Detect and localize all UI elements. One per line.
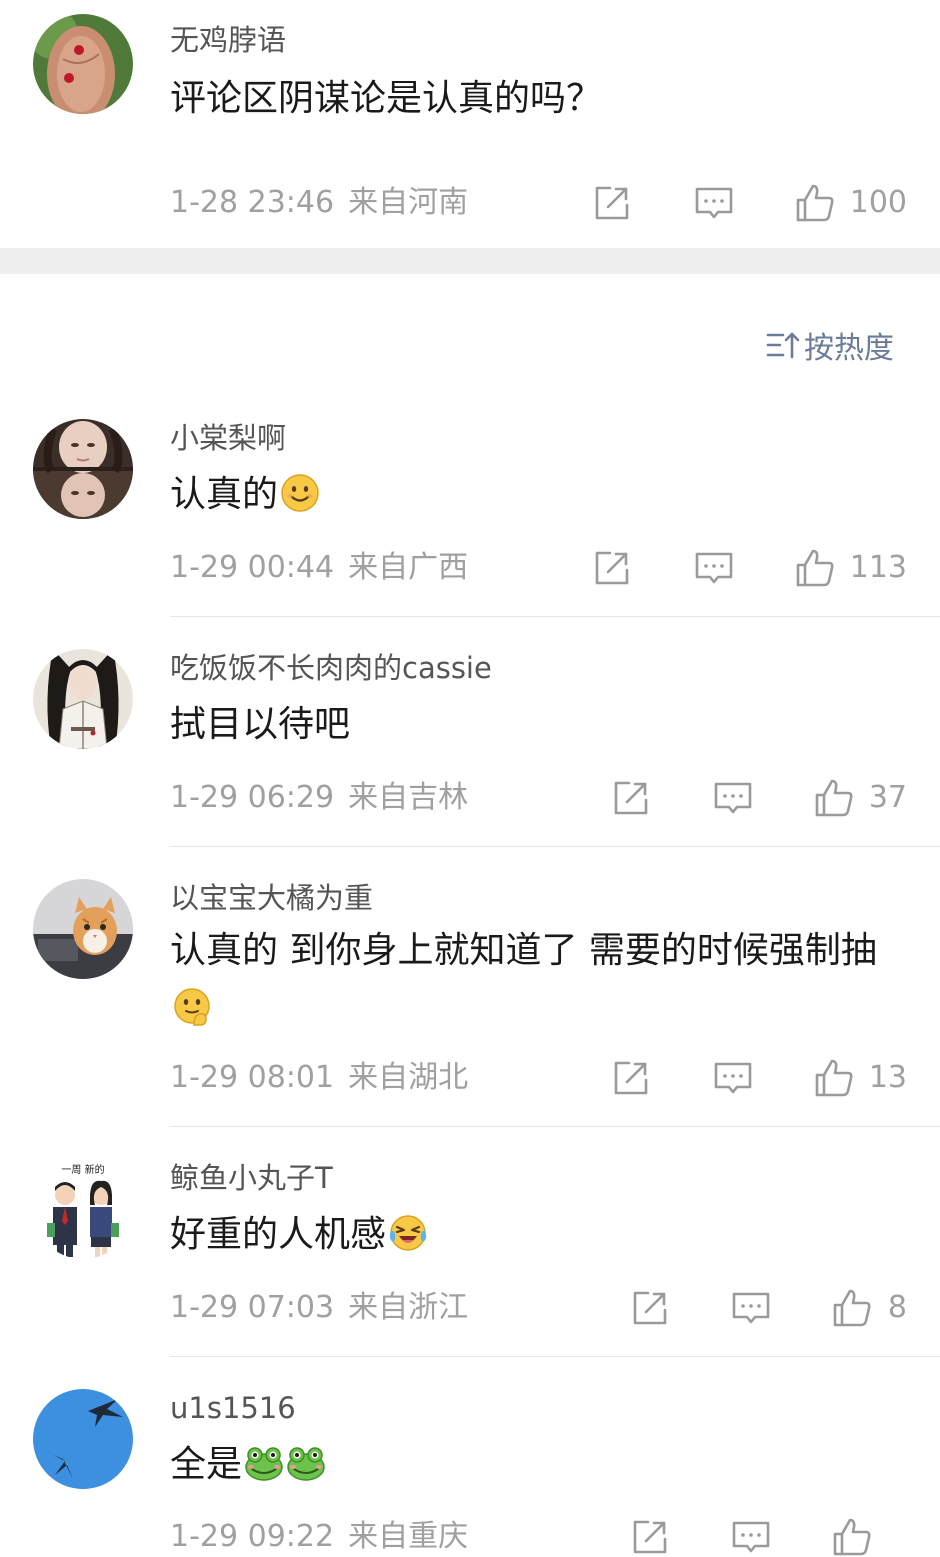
frog-emoji (286, 1443, 326, 1483)
comment-time: 1-29 09:22 (170, 1519, 335, 1554)
comment-avatar[interactable] (33, 419, 133, 519)
comment-time: 1-29 07:03 (170, 1290, 335, 1325)
post-meta: 1-28 23:46 来自河南 (170, 183, 468, 223)
comment-username[interactable]: u1s1516 (170, 1388, 296, 1428)
like-icon[interactable] (814, 1058, 854, 1098)
post-content: 评论区阴谋论是认真的吗？ (170, 78, 603, 119)
comment-location: 来自广西 (348, 550, 469, 585)
comment-avatar[interactable] (33, 1389, 133, 1489)
laugh-cry-emoji (388, 1213, 428, 1253)
comment-like-count: 8 (887, 1290, 907, 1325)
sort-label: 按热度 (804, 331, 894, 366)
comment-location: 来自吉林 (348, 780, 469, 815)
comment-username[interactable]: 吃饭饭不长肉肉的cassie (170, 648, 492, 688)
frog-emoji (244, 1443, 284, 1483)
sort-icon (766, 332, 800, 359)
comment-text: 好重的人机感 (170, 1206, 890, 1264)
section-divider (0, 248, 940, 274)
comment-text-body: 全是 (170, 1444, 243, 1485)
comment-location: 来自浙江 (348, 1290, 469, 1325)
share-icon[interactable] (592, 548, 632, 588)
comment-username[interactable]: 鲸鱼小丸子T (170, 1158, 333, 1198)
comment-text: 认真的 到你身上就知道了 需要的时候强制抽 (170, 922, 890, 1038)
post-time: 1-28 23:46 (170, 185, 335, 220)
comment-meta: 1-29 09:22 来自重庆 (170, 1517, 468, 1557)
like-icon[interactable] (814, 778, 854, 818)
share-icon[interactable] (630, 1517, 670, 1557)
comment-time: 1-29 06:29 (170, 780, 335, 815)
share-icon[interactable] (611, 1058, 651, 1098)
comment-text: 全是 (170, 1436, 890, 1494)
comment-divider (170, 1356, 940, 1357)
share-icon[interactable] (630, 1288, 670, 1328)
comment-divider (170, 1126, 940, 1127)
comment-text-body: 认真的 (170, 474, 279, 515)
post-location: 来自河南 (348, 185, 469, 220)
comment-location: 来自湖北 (348, 1060, 469, 1095)
comment-avatar[interactable]: 一周 新的 (33, 1159, 133, 1259)
like-icon[interactable] (832, 1517, 872, 1557)
comment-avatar[interactable] (33, 879, 133, 979)
comment-divider (170, 616, 940, 617)
comment-meta: 1-29 08:01 来自湖北 (170, 1058, 468, 1098)
comment-avatar[interactable] (33, 649, 133, 749)
comment-divider (170, 846, 940, 847)
share-icon[interactable] (611, 778, 651, 818)
comment-username[interactable]: 以宝宝大橘为重 (170, 878, 373, 918)
comment-meta: 1-29 00:44 来自广西 (170, 548, 468, 588)
comment-meta: 1-29 06:29 来自吉林 (170, 778, 468, 818)
comment-like-count: 113 (849, 550, 907, 585)
like-icon[interactable] (795, 548, 835, 588)
comment-like-count: 13 (868, 1060, 907, 1095)
sort-by-hot-button[interactable]: 按热度 (766, 325, 894, 366)
comment-icon[interactable] (694, 548, 734, 588)
comment-text: 拭目以待吧 (170, 696, 890, 754)
thinking-emoji (172, 987, 212, 1027)
comment-time: 1-29 08:01 (170, 1060, 335, 1095)
share-icon[interactable] (592, 183, 632, 223)
comment-text-body: 好重的人机感 (170, 1214, 387, 1255)
smile-emoji (280, 473, 320, 513)
svg-text:一周 新的: 一周 新的 (61, 1163, 104, 1176)
comment-text-body: 认真的 到你身上就知道了 需要的时候强制抽 (170, 930, 877, 971)
comment-text-body: 拭目以待吧 (170, 704, 351, 745)
comment-icon[interactable] (694, 183, 734, 223)
post-username[interactable]: 无鸡脖语 (170, 20, 286, 60)
like-icon[interactable] (832, 1288, 872, 1328)
comment-time: 1-29 00:44 (170, 550, 335, 585)
comment-icon[interactable] (731, 1517, 771, 1557)
comment-icon[interactable] (713, 778, 753, 818)
comment-icon[interactable] (713, 1058, 753, 1098)
comment-icon[interactable] (731, 1288, 771, 1328)
comment-meta: 1-29 07:03 来自浙江 (170, 1288, 468, 1328)
post-like-count: 100 (849, 185, 907, 220)
like-icon[interactable] (795, 183, 835, 223)
comment-location: 来自重庆 (348, 1519, 469, 1554)
comment-username[interactable]: 小棠梨啊 (170, 418, 286, 458)
comment-like-count: 37 (868, 780, 907, 815)
comment-text: 认真的 (170, 466, 890, 524)
post-avatar[interactable] (33, 14, 133, 114)
